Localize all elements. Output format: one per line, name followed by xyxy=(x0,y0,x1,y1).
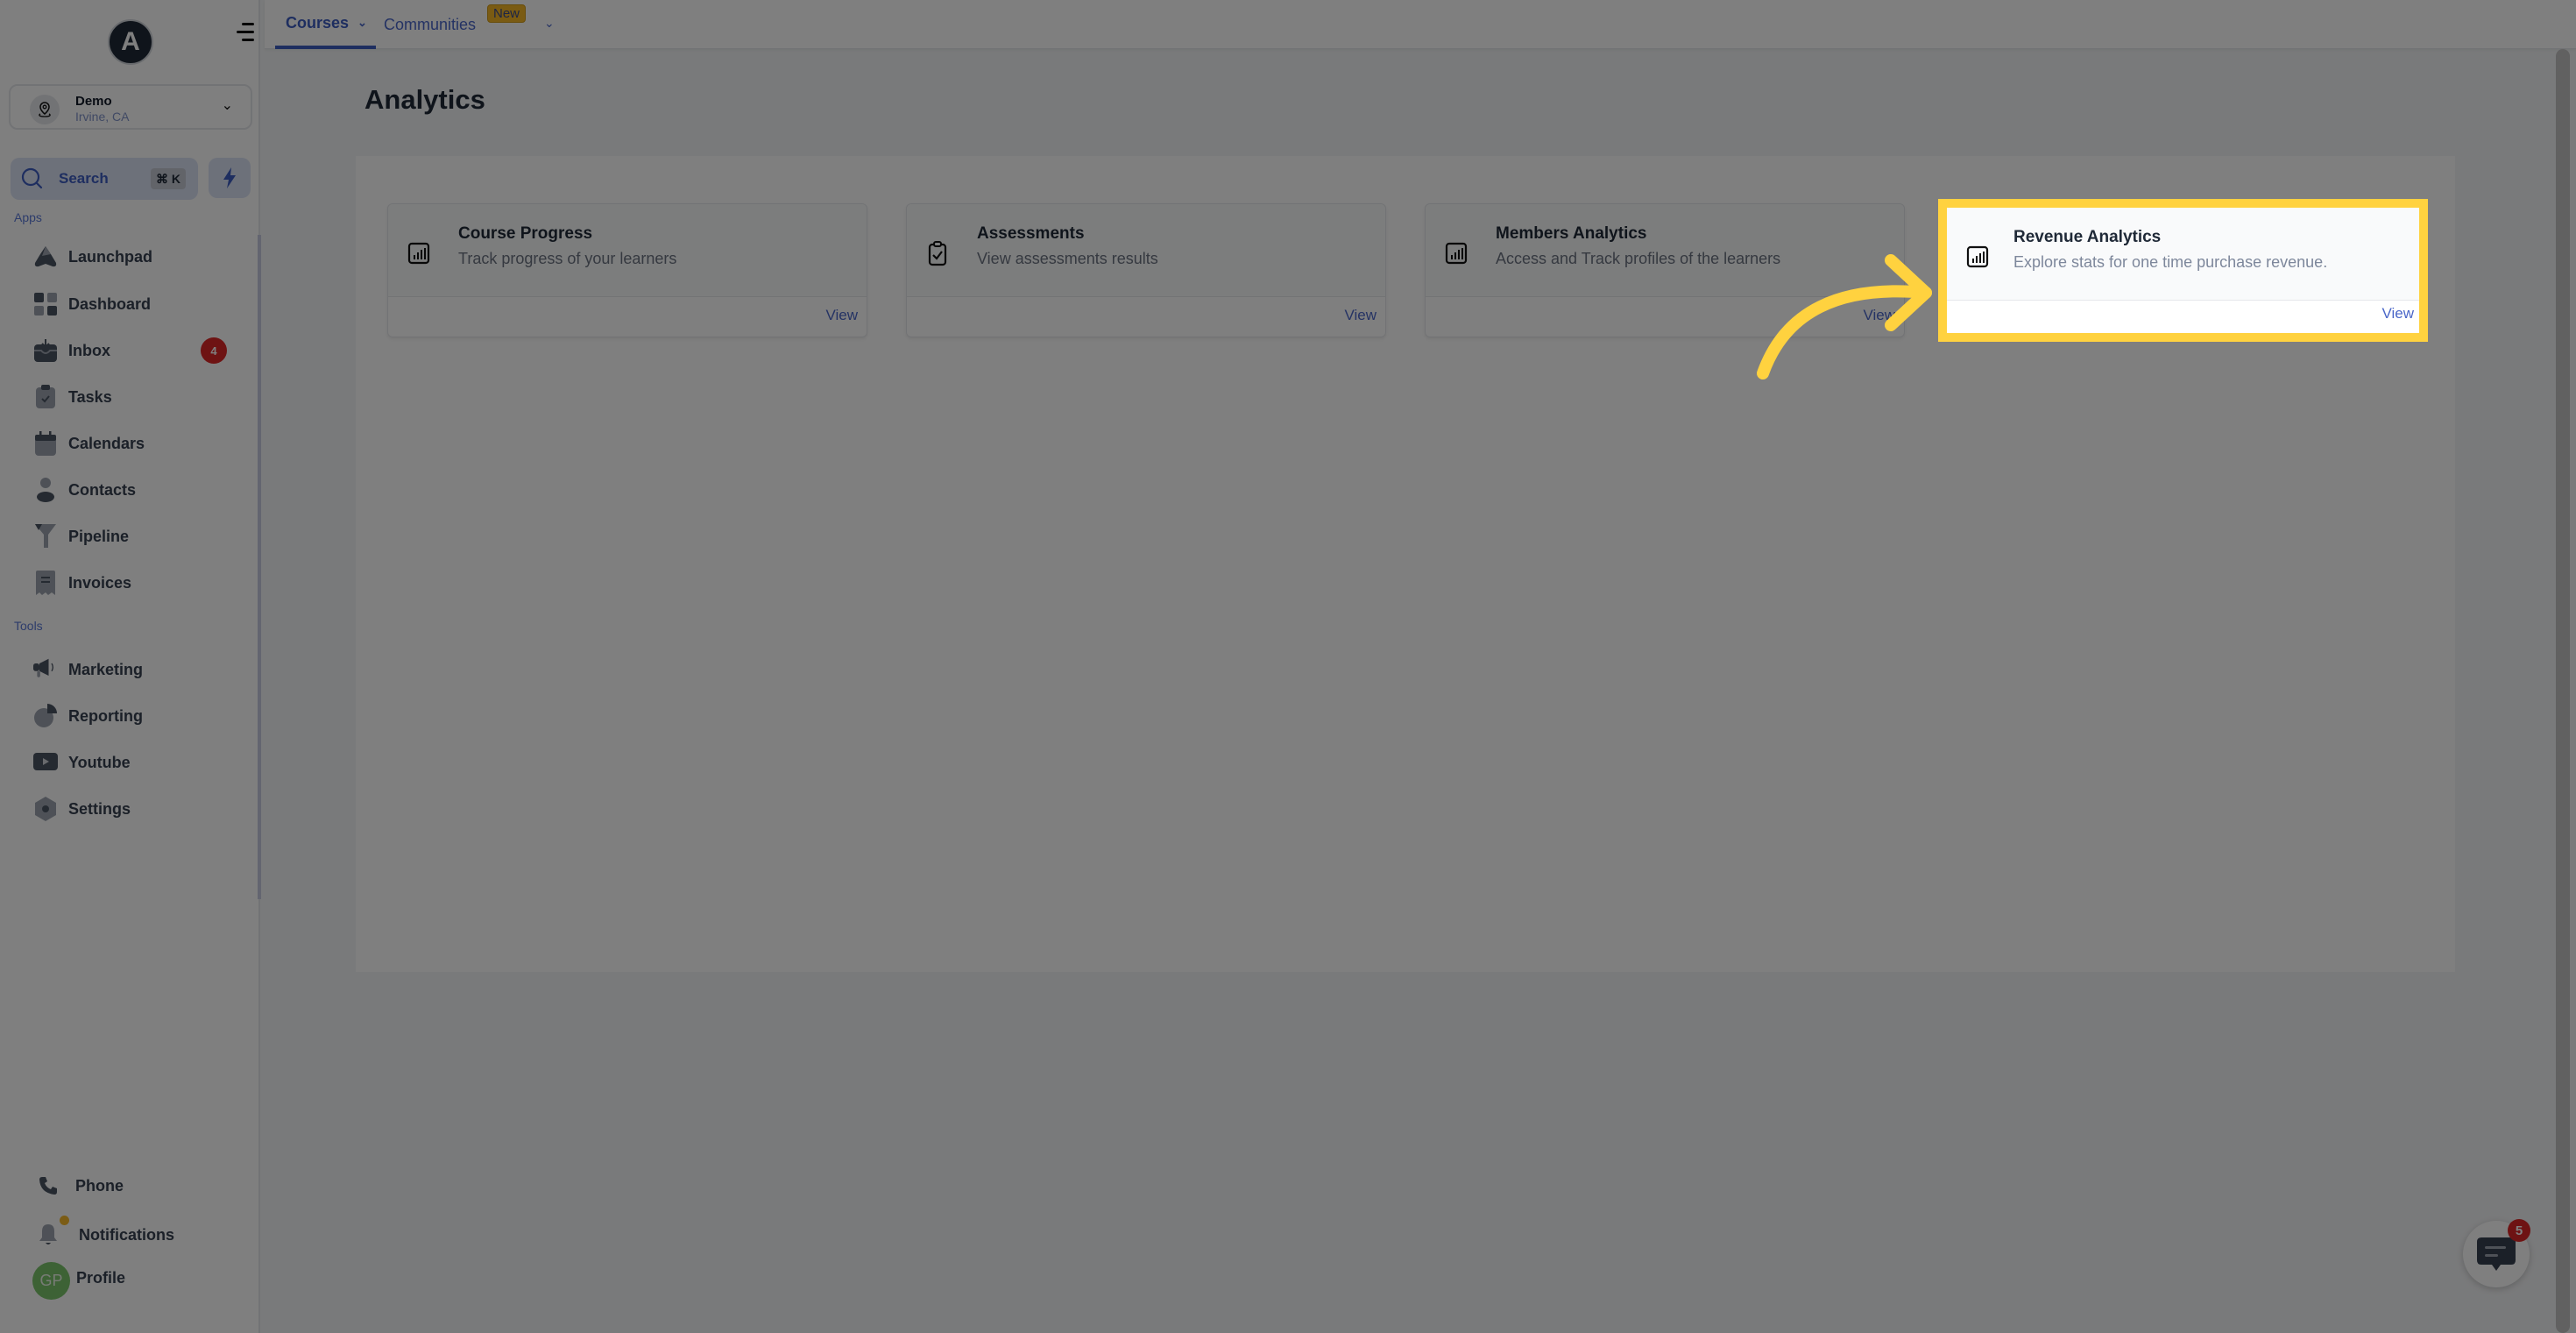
menu-toggle-icon[interactable] xyxy=(237,23,256,42)
tab-communities[interactable]: Communities xyxy=(384,0,476,49)
bell-icon xyxy=(39,1224,57,1244)
card-title: Course Progress xyxy=(458,224,593,243)
location-city: Irvine, CA xyxy=(75,110,130,124)
sidebar-item-reporting[interactable]: Reporting xyxy=(33,698,235,734)
card-title: Revenue Analytics xyxy=(2013,228,2162,246)
more-tabs-chevron-icon[interactable]: ⌄ xyxy=(544,16,555,31)
view-link[interactable]: View xyxy=(1344,307,1376,324)
chat-unread-badge: 5 xyxy=(2508,1219,2530,1242)
chevron-down-icon: ⌄ xyxy=(357,16,367,29)
page-scrollbar[interactable] xyxy=(2556,49,2570,1333)
bar-chart-icon xyxy=(407,242,430,265)
phone-button[interactable]: Phone xyxy=(39,1176,124,1195)
view-link[interactable]: View xyxy=(2381,305,2414,323)
view-link[interactable]: View xyxy=(825,307,858,324)
page-title: Analytics xyxy=(364,84,485,115)
notification-dot xyxy=(60,1216,69,1225)
notifications-button[interactable]: Notifications xyxy=(39,1223,174,1246)
card-revenue-analytics[interactable]: Revenue Analytics Explore stats for one … xyxy=(1947,208,2419,333)
profile-button[interactable]: Profile xyxy=(76,1269,125,1287)
sidebar-item-dashboard[interactable]: Dashboard xyxy=(33,287,235,322)
pointer-arrow-icon xyxy=(1757,254,1932,379)
youtube-icon xyxy=(33,750,58,775)
tools-section-label: Tools xyxy=(14,619,43,633)
clipboard-check-icon xyxy=(33,385,58,409)
gear-icon xyxy=(33,797,58,821)
inbox-icon xyxy=(33,338,58,363)
card-assessments[interactable]: Assessments View assessments results Vie… xyxy=(906,203,1386,337)
lightning-icon xyxy=(223,167,236,188)
search-label: Search xyxy=(59,170,109,187)
sidebar-item-youtube[interactable]: Youtube xyxy=(33,745,235,780)
sidebar-item-calendars[interactable]: Calendars xyxy=(33,426,235,461)
new-badge: New xyxy=(487,4,527,23)
card-description: Track progress of your learners xyxy=(458,250,677,267)
sidebar-item-invoices[interactable]: Invoices xyxy=(33,565,235,600)
location-pin-icon xyxy=(30,95,60,124)
receipt-icon xyxy=(33,571,58,595)
avatar[interactable]: GP xyxy=(32,1262,70,1300)
filter-icon xyxy=(33,524,58,549)
phone-icon xyxy=(39,1177,57,1195)
app-logo[interactable]: A xyxy=(108,19,153,65)
top-navigation: Courses ⌄ Communities New ⌄ xyxy=(265,0,2576,49)
rocket-icon xyxy=(33,245,58,269)
apps-section-label: Apps xyxy=(14,210,42,224)
sidebar-item-tasks[interactable]: Tasks xyxy=(33,379,235,415)
tab-courses[interactable]: Courses ⌄ xyxy=(275,0,376,49)
calendar-icon xyxy=(33,431,58,456)
card-title: Assessments xyxy=(977,224,1085,243)
bar-chart-icon xyxy=(1966,245,1989,268)
search-shortcut: ⌘ K xyxy=(151,168,186,189)
quick-actions-button[interactable] xyxy=(209,158,251,198)
card-description: Explore stats for one time purchase reve… xyxy=(2013,253,2328,271)
card-description: View assessments results xyxy=(977,250,1158,267)
person-icon xyxy=(33,478,58,502)
card-title: Members Analytics xyxy=(1496,224,1647,243)
pie-chart-icon xyxy=(33,704,58,728)
sidebar-item-settings[interactable]: Settings xyxy=(33,791,235,826)
location-switcher[interactable]: Demo Irvine, CA ⌄ xyxy=(9,84,252,130)
inbox-unread-badge: 4 xyxy=(201,337,227,364)
sidebar-item-marketing[interactable]: Marketing xyxy=(33,652,235,687)
card-description: Access and Track profiles of the learner… xyxy=(1496,250,1781,267)
clipboard-check-icon xyxy=(928,241,947,266)
location-name: Demo xyxy=(75,94,112,109)
card-course-progress[interactable]: Course Progress Track progress of your l… xyxy=(387,203,867,337)
sidebar-item-contacts[interactable]: Contacts xyxy=(33,472,235,507)
sidebar: A Demo Irvine, CA ⌄ Search ⌘ K Apps Laun… xyxy=(0,0,261,1333)
megaphone-icon xyxy=(33,657,58,682)
bar-chart-icon xyxy=(1445,242,1468,265)
search-icon xyxy=(21,167,43,189)
sidebar-scrollbar[interactable] xyxy=(258,235,261,899)
search-button[interactable]: Search ⌘ K xyxy=(11,158,198,200)
sidebar-item-pipeline[interactable]: Pipeline xyxy=(33,519,235,554)
dashboard-icon xyxy=(33,292,58,316)
sidebar-item-launchpad[interactable]: Launchpad xyxy=(33,239,235,274)
chevron-down-icon: ⌄ xyxy=(221,98,233,113)
